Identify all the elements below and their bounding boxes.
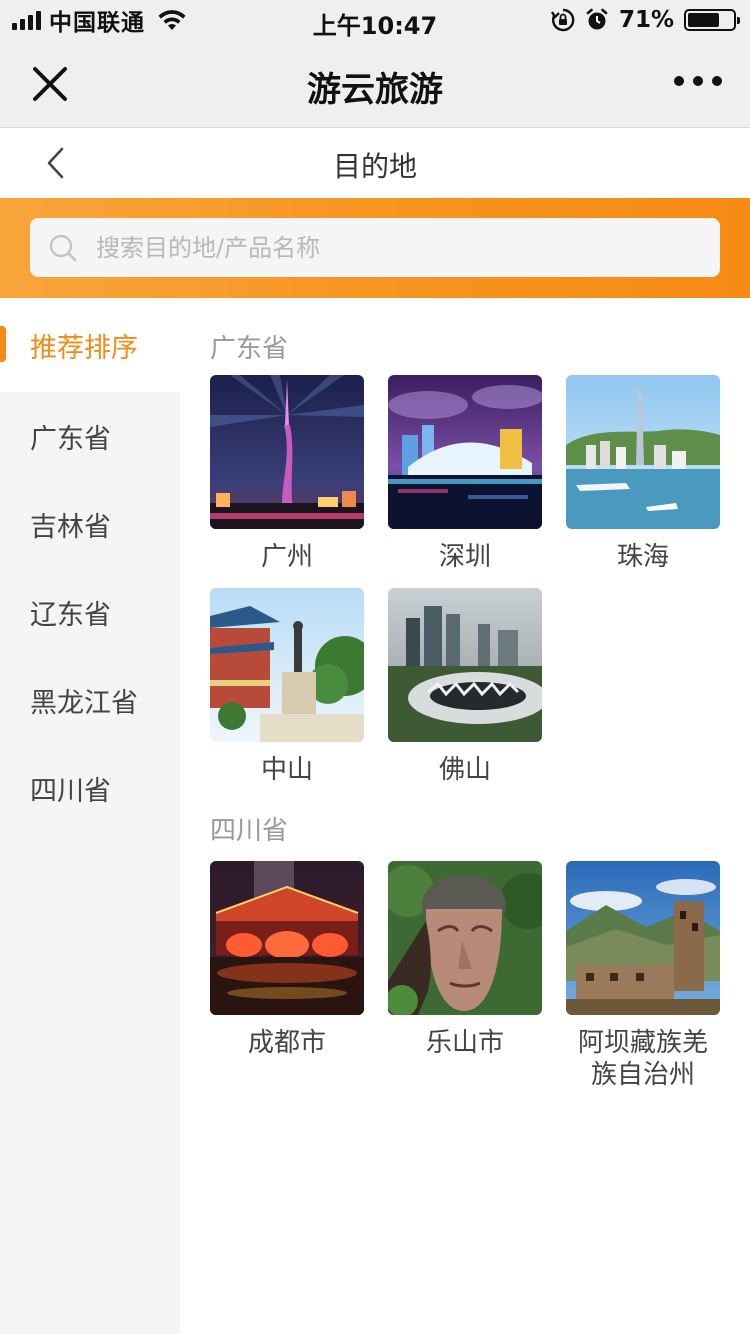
sidebar-item-label: 四川省 (30, 775, 111, 807)
sidebar-item-liaodong[interactable]: 辽东省 (0, 568, 180, 656)
rotation-lock-icon (550, 8, 575, 32)
city-name: 珠海 (616, 542, 669, 572)
sidebar-item-label: 吉林省 (30, 511, 111, 543)
city-photo (388, 861, 542, 1015)
search-box[interactable] (30, 218, 720, 277)
status-right: 71% (550, 6, 740, 34)
sidebar-item-label: 黑龙江省 (30, 687, 138, 719)
city-photo (210, 861, 364, 1015)
city-card-zhuhai[interactable]: 珠海 (566, 375, 720, 573)
city-photo (210, 375, 364, 529)
search-icon (49, 234, 77, 262)
city-card-foshan[interactable]: 佛山 (388, 588, 542, 786)
city-card-chengdu[interactable]: 成都市 (210, 861, 364, 1059)
app-title: 游云旅游 (307, 70, 443, 110)
status-bar: 中国联通 上午10:47 71% (0, 0, 750, 40)
search-input[interactable] (96, 218, 696, 277)
sidebar-item-heilongjiang[interactable]: 黑龙江省 (0, 656, 180, 744)
page-title: 目的地 (332, 150, 417, 183)
battery-level (688, 13, 720, 27)
group-title-sichuan: 四川省 (210, 816, 289, 846)
city-card-shenzhen[interactable]: 深圳 (388, 375, 542, 573)
alarm-icon (586, 8, 608, 30)
city-photo (210, 588, 364, 742)
sidebar-item-guangdong[interactable]: 广东省 (0, 392, 180, 480)
city-name: 中山 (260, 755, 313, 785)
sidebar-item-sichuan[interactable]: 四川省 (0, 744, 180, 832)
search-band (0, 198, 750, 298)
city-name: 佛山 (438, 755, 491, 785)
group-title-guangdong: 广东省 (210, 334, 289, 364)
city-photo (388, 588, 542, 742)
battery-icon (684, 9, 740, 31)
city-name: 乐山市 (425, 1028, 504, 1058)
city-card-aba[interactable]: 阿坝藏族羌族自治州 (566, 861, 720, 1091)
city-name: 阿坝藏族羌族自治州 (577, 1028, 708, 1090)
destination-content: 广东省 广州 深圳 珠海 中山 佛山 四川省 成都市 乐山市 阿坝藏族羌族自治州 (180, 298, 750, 1334)
city-name: 深圳 (438, 542, 491, 572)
more-icon[interactable] (674, 76, 722, 86)
province-sidebar: 推荐排序 广东省 吉林省 辽东省 黑龙江省 四川省 (0, 298, 180, 1334)
city-photo (566, 375, 720, 529)
city-card-guangzhou[interactable]: 广州 (210, 375, 364, 573)
sidebar-item-recommended[interactable]: 推荐排序 (0, 298, 180, 392)
sidebar-item-label: 推荐排序 (30, 332, 138, 364)
sidebar-item-jilin[interactable]: 吉林省 (0, 480, 180, 568)
city-card-zhongshan[interactable]: 中山 (210, 588, 364, 786)
city-photo (388, 375, 542, 529)
battery-percent: 71% (618, 7, 674, 33)
sidebar-item-label: 广东省 (30, 423, 111, 455)
page-header: 目的地 (0, 128, 750, 198)
city-name: 成都市 (247, 1028, 326, 1058)
app-title-bar: 游云旅游 (0, 40, 750, 128)
sidebar-item-label: 辽东省 (30, 599, 111, 631)
city-name: 广州 (260, 542, 313, 572)
city-card-leshan[interactable]: 乐山市 (388, 861, 542, 1059)
city-photo (566, 861, 720, 1015)
